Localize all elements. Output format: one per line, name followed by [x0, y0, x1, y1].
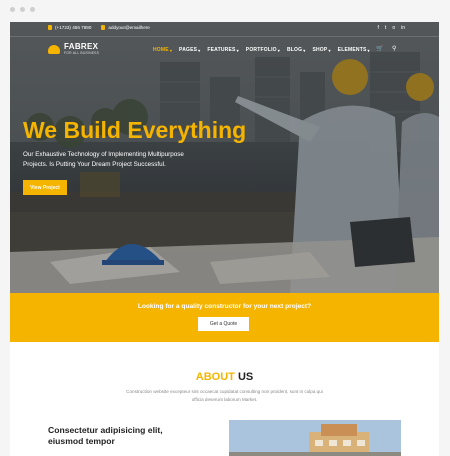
window-dot [10, 7, 15, 12]
phone-icon [48, 25, 52, 30]
social-links: f t o in [378, 25, 405, 31]
nav-menu: HOME ▾ PAGES ▾ FEATURES ▾ PORTFOLIO ▾ BLOG ▾ … [153, 47, 370, 53]
nav-item-shop[interactable]: SHOP ▾ [312, 47, 330, 53]
window-dot [20, 7, 25, 12]
chevron-down-icon: ▾ [236, 47, 239, 53]
building-photo [229, 420, 401, 456]
brand-logo[interactable]: FABREX FOR ALL BUSINESS [48, 43, 99, 55]
nav-item-blog[interactable]: BLOG ▾ [287, 47, 305, 53]
window-dot [30, 7, 35, 12]
helmet-logo-icon [48, 44, 60, 54]
top-bar: (+1723) 456 7890 addyour@emailhere f t o… [10, 22, 439, 36]
about-title-accent: ABOUT [195, 371, 235, 383]
cart-icon[interactable]: 🛒 [376, 45, 383, 52]
about-description: Construction website excepteur sint occa… [126, 389, 323, 402]
chevron-down-icon: ▾ [277, 47, 280, 53]
contact-info: (+1723) 456 7890 addyour@emailhere [48, 25, 150, 30]
nav-item-portfolio[interactable]: PORTFOLIO ▾ [246, 47, 280, 53]
chevron-down-icon: ▾ [328, 47, 331, 53]
view-project-button[interactable]: View Project [23, 180, 67, 195]
about-image [229, 420, 401, 456]
linkedin-icon[interactable]: in [401, 25, 405, 31]
about-title-rest: US [237, 371, 254, 383]
cta-text: Looking for a quality constructor for yo… [137, 303, 312, 310]
brand-tagline: FOR ALL BUSINESS [64, 51, 100, 55]
email-icon [101, 25, 106, 30]
main-navigation: FABREX FOR ALL BUSINESS HOME ▾ PAGES ▾ FEA… [10, 36, 439, 61]
facebook-icon[interactable]: f [378, 25, 379, 31]
nav-item-elements[interactable]: ELEMENTS ▾ [338, 47, 370, 53]
nav-item-home[interactable]: HOME ▾ [153, 47, 172, 53]
hero-headline: We Build Everything [23, 117, 247, 143]
chevron-down-icon: ▾ [303, 47, 306, 53]
instagram-icon[interactable]: o [392, 25, 395, 31]
cta-banner: Looking for a quality constructor for yo… [10, 293, 439, 342]
hero-subline: Our Exhaustive Technology of Implementin… [23, 151, 184, 168]
email-contact[interactable]: addyour@emailhere [101, 25, 150, 30]
brand-name: FABREX [64, 42, 99, 51]
search-icon[interactable]: ⚲ [392, 45, 396, 52]
website-page: (+1723) 456 7890 addyour@emailhere f t o… [10, 22, 439, 456]
get-quote-button[interactable]: Get a Quote [198, 317, 249, 331]
twitter-icon[interactable]: t [385, 25, 386, 31]
nav-item-pages[interactable]: PAGES ▾ [179, 47, 200, 53]
phone-number: (+1723) 456 7890 [55, 25, 92, 30]
nav-item-features[interactable]: FEATURES ▾ [207, 47, 238, 53]
chevron-down-icon: ▾ [198, 47, 201, 53]
hero-section: (+1723) 456 7890 addyour@emailhere f t o… [10, 22, 439, 293]
about-title: ABOUT US [10, 371, 439, 383]
window-controls [10, 7, 35, 12]
chevron-down-icon: ▾ [169, 47, 173, 53]
email-address: addyour@emailhere [108, 25, 150, 30]
feature-title: Consectetur adipisicing elit, eiusmod te… [48, 425, 163, 446]
chevron-down-icon: ▾ [367, 47, 370, 53]
phone-contact[interactable]: (+1723) 456 7890 [48, 25, 91, 30]
